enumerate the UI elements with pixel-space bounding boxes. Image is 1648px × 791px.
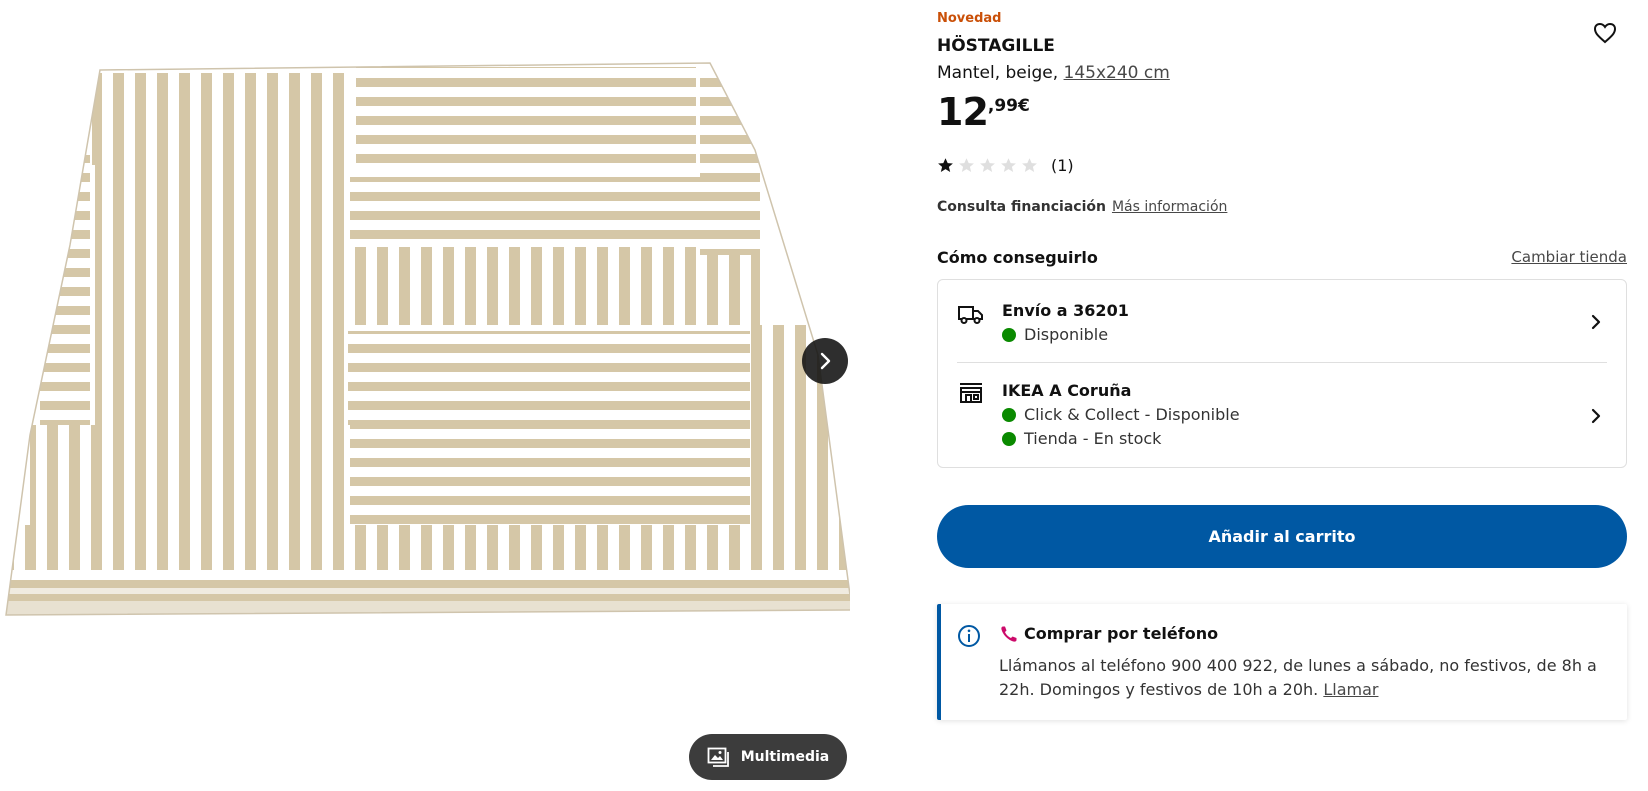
truck-icon (958, 306, 983, 324)
store-collect-status: Click & Collect - Disponible (1002, 405, 1240, 424)
phone-icon (1001, 626, 1017, 642)
store-row[interactable]: IKEA A Coruña Click & Collect - Disponib… (938, 363, 1628, 468)
delivery-row[interactable]: Envío a 36201 Disponible (938, 280, 1628, 362)
status-dot-icon (1002, 327, 1016, 342)
phone-purchase-description: Llámanos al teléfono 900 400 922, de lun… (999, 656, 1597, 699)
phone-purchase-title: Comprar por teléfono (1024, 624, 1219, 643)
star-filled-icon (938, 158, 953, 172)
rating[interactable]: (1) (937, 156, 1074, 175)
status-dot-icon (1002, 407, 1016, 422)
how-to-get-title: Cómo conseguirlo (937, 248, 1098, 267)
star-empty-icon (980, 158, 995, 172)
product-description-text: Mantel, beige, (937, 63, 1064, 83)
status-dot-icon (1002, 431, 1016, 446)
price-decimal: ,99€ (987, 96, 1030, 116)
store-icon (960, 383, 982, 403)
change-store-link[interactable]: Cambiar tienda (1511, 248, 1627, 266)
gallery-icon (707, 747, 729, 767)
product-info-panel: Novedad HÖSTAGILLE Mantel, beige, 145x24… (937, 0, 1627, 791)
multimedia-button[interactable]: Multimedia (689, 734, 847, 780)
size-link[interactable]: 145x240 cm (1064, 63, 1170, 83)
delivery-status: Disponible (1002, 325, 1108, 344)
store-stock-text: Tienda - En stock (1024, 429, 1162, 448)
store-stock-status: Tienda - En stock (1002, 429, 1161, 448)
store-title: IKEA A Coruña (1002, 381, 1132, 400)
availability-box: Envío a 36201 Disponible IKEA A Coruña C… (937, 279, 1627, 468)
chevron-right-icon (1591, 314, 1601, 330)
product-image[interactable] (0, 55, 850, 675)
rating-count: (1) (1051, 156, 1074, 175)
financing-link[interactable]: Más información (1112, 199, 1227, 215)
product-description: Mantel, beige, 145x240 cm (937, 63, 1170, 83)
add-to-cart-button[interactable]: Añadir al carrito (937, 505, 1627, 568)
financing-label: Consulta financiación (937, 199, 1106, 215)
star-empty-icon (959, 158, 974, 172)
favorite-heart-icon[interactable] (1592, 20, 1618, 46)
phone-purchase-box: Comprar por teléfono Llámanos al teléfon… (937, 604, 1627, 720)
next-image-button[interactable] (802, 338, 848, 384)
call-link[interactable]: Llamar (1323, 680, 1378, 699)
phone-purchase-text: Llámanos al teléfono 900 400 922, de lun… (999, 654, 1619, 702)
product-price: 12 ,99€ (937, 90, 1030, 134)
product-gallery: Multimedia (0, 0, 850, 791)
delivery-title: Envío a 36201 (1002, 301, 1129, 320)
chevron-right-icon (820, 352, 831, 370)
financing-row: Consulta financiación Más información (937, 199, 1227, 215)
multimedia-label: Multimedia (740, 749, 830, 765)
info-icon (958, 625, 980, 647)
delivery-status-text: Disponible (1024, 325, 1109, 344)
store-collect-text: Click & Collect - Disponible (1024, 405, 1240, 424)
new-badge: Novedad (937, 11, 1002, 26)
star-empty-icon (1022, 158, 1037, 172)
product-name: HÖSTAGILLE (937, 36, 1055, 56)
price-integer: 12 (937, 90, 989, 134)
chevron-right-icon (1591, 408, 1601, 424)
star-empty-icon (1001, 158, 1016, 172)
